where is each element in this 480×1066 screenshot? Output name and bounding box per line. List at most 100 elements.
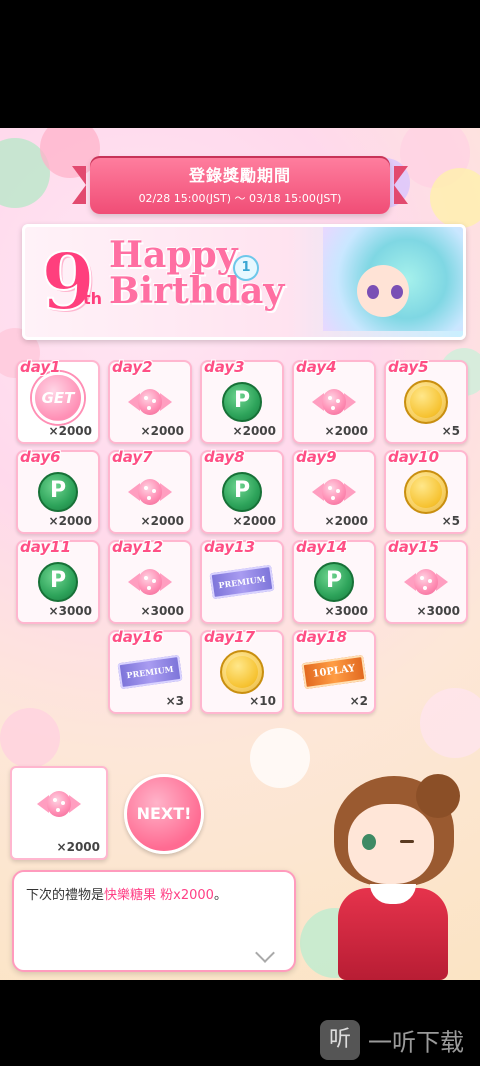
reward-cell-day9[interactable]: day9 ×2000 xyxy=(292,448,376,534)
gold-coin-icon xyxy=(404,380,448,424)
day-label: day6 xyxy=(20,448,61,466)
banner-line-birthday: Birthday xyxy=(109,270,285,312)
banner-character-illustration xyxy=(323,227,463,331)
reward-qty: ×3 xyxy=(165,694,184,708)
premium-ticket-icon: PREMIUM xyxy=(117,654,183,690)
reward-cell-day3[interactable]: Pday3 ×2000 xyxy=(200,358,284,444)
banner-number: 9 xyxy=(40,236,96,329)
gold-coin-icon xyxy=(404,470,448,514)
day-label: day12 xyxy=(112,538,164,556)
reward-cell-day15[interactable]: day15 ×3000 xyxy=(384,538,468,624)
watermark-logo-icon: 听 xyxy=(320,1020,360,1060)
reward-cell-day13[interactable]: PREMIUM day13 xyxy=(200,538,284,624)
reward-cell-day18[interactable]: 10PLAY day18 ×2 xyxy=(292,628,376,714)
character-face xyxy=(348,804,434,884)
character-eye-left xyxy=(367,285,379,299)
candy-icon xyxy=(312,389,356,415)
message-dialog[interactable]: 下次的禮物是快樂糖果 粉x2000。 xyxy=(12,870,296,972)
reward-cell-day2[interactable]: day2 ×2000 xyxy=(108,358,192,444)
next-reward-preview: ×2000 xyxy=(10,766,108,860)
candy-icon xyxy=(128,569,172,595)
reward-qty: ×2000 xyxy=(48,424,92,438)
day-label: day1 xyxy=(20,358,61,376)
day-label: day5 xyxy=(388,358,429,376)
site-watermark: 听一听下载 xyxy=(320,1020,464,1060)
reward-qty: ×2000 xyxy=(48,514,92,528)
reward-qty: ×3000 xyxy=(324,604,368,618)
next-button[interactable]: NEXT! xyxy=(124,774,204,854)
day-label: day10 xyxy=(388,448,440,466)
reward-cell-day8[interactable]: Pday8 ×2000 xyxy=(200,448,284,534)
day-label: day17 xyxy=(204,628,256,646)
reward-qty: ×2000 xyxy=(140,424,184,438)
period-title: 登錄獎勵期間 xyxy=(188,166,291,185)
reward-qty: ×5 xyxy=(441,424,460,438)
p-coin-icon: P xyxy=(38,562,78,602)
reward-qty: ×5 xyxy=(441,514,460,528)
reward-qty: ×2 xyxy=(349,694,368,708)
reward-qty: ×2000 xyxy=(232,514,276,528)
claimed-stamp: GET xyxy=(32,371,84,424)
next-reward-qty: ×2000 xyxy=(56,840,100,854)
candy-icon xyxy=(37,791,81,817)
day-label: day3 xyxy=(204,358,245,376)
reward-cell-day4[interactable]: day4 ×2000 xyxy=(292,358,376,444)
reward-qty: ×10 xyxy=(249,694,276,708)
anniversary-banner: 9 th Happy Birthday 1 xyxy=(22,224,466,340)
day-label: day15 xyxy=(388,538,440,556)
candy-icon xyxy=(312,479,356,505)
reward-cell-day16[interactable]: PREMIUM day16 ×3 xyxy=(108,628,192,714)
dialog-item-name: 快樂糖果 粉x2000 xyxy=(104,888,214,903)
reward-qty: ×2000 xyxy=(232,424,276,438)
character-eye-open xyxy=(362,834,376,850)
p-coin-icon: P xyxy=(222,382,262,422)
reward-cell-day12[interactable]: day12 ×3000 xyxy=(108,538,192,624)
period-ribbon: 登錄獎勵期間 02/28 15:00(JST) ～ 03/18 15:00(JS… xyxy=(72,156,408,214)
day-label: day4 xyxy=(296,358,337,376)
reward-qty: ×2000 xyxy=(140,514,184,528)
reward-cell-day11[interactable]: Pday11 ×3000 xyxy=(16,538,100,624)
reward-cell-day10[interactable]: day10 ×5 xyxy=(384,448,468,534)
candy-icon xyxy=(128,479,172,505)
character-eye-right xyxy=(391,285,403,299)
reward-cell-day6[interactable]: Pday6 ×2000 xyxy=(16,448,100,534)
p-coin-icon: P xyxy=(38,472,78,512)
reward-cell-day1[interactable]: GET day1 ×2000 xyxy=(16,358,100,444)
dialog-prefix: 下次的禮物是 xyxy=(26,888,105,903)
day-label: day14 xyxy=(296,538,348,556)
watermark-text: 一听下载 xyxy=(368,1028,464,1057)
day-label: day8 xyxy=(204,448,245,466)
dialog-suffix: 。 xyxy=(213,888,227,903)
day-label: day13 xyxy=(204,538,256,556)
anniversary-badge: 1 xyxy=(233,255,259,281)
p-coin-icon: P xyxy=(222,472,262,512)
chevron-down-icon xyxy=(255,943,275,963)
period-dates: 02/28 15:00(JST) ～ 03/18 15:00(JST) xyxy=(138,192,342,205)
candy-icon xyxy=(128,389,172,415)
ten-play-ticket-icon: 10PLAY xyxy=(301,654,367,690)
day-label: day9 xyxy=(296,448,337,466)
reward-cell-day7[interactable]: day7 ×2000 xyxy=(108,448,192,534)
reward-cell-day17[interactable]: day17 ×10 xyxy=(200,628,284,714)
guide-character xyxy=(312,768,480,980)
day-label: day7 xyxy=(112,448,153,466)
premium-ticket-icon: PREMIUM xyxy=(209,564,275,600)
gold-coin-icon xyxy=(220,650,264,694)
reward-qty: ×3000 xyxy=(416,604,460,618)
day-label: day16 xyxy=(112,628,164,646)
p-coin-icon: P xyxy=(314,562,354,602)
day-label: day11 xyxy=(20,538,72,556)
reward-qty: ×2000 xyxy=(324,514,368,528)
day-label: day2 xyxy=(112,358,153,376)
reward-cell-day14[interactable]: Pday14 ×3000 xyxy=(292,538,376,624)
dialog-text: 下次的禮物是快樂糖果 粉x2000。 xyxy=(26,884,227,903)
reward-qty: ×2000 xyxy=(324,424,368,438)
character-hair-bun xyxy=(416,774,460,818)
character-eye-wink xyxy=(400,840,414,843)
reward-cell-day5[interactable]: day5 ×5 xyxy=(384,358,468,444)
reward-qty: ×3000 xyxy=(48,604,92,618)
banner-suffix: th xyxy=(83,289,103,308)
reward-qty: ×3000 xyxy=(140,604,184,618)
candy-icon xyxy=(404,569,448,595)
day-label: day18 xyxy=(296,628,348,646)
